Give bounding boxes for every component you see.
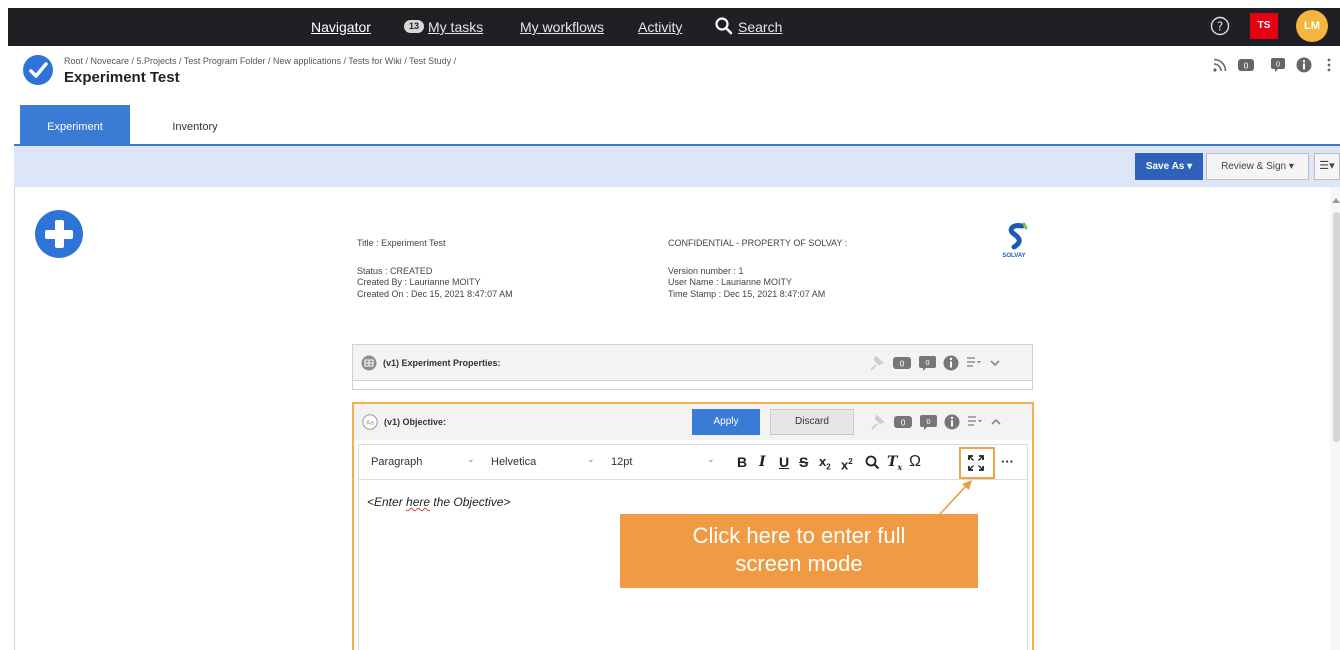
bold-icon[interactable]: B [737,453,747,471]
find-replace-icon[interactable] [865,455,880,470]
chevron-down-icon[interactable]: ⌄ [587,454,595,465]
doc-created-on-info: Created On : Dec 15, 2021 8:47:07 AM [357,289,513,299]
svg-text:0: 0 [899,360,904,369]
font-size-select[interactable]: 12pt [611,456,632,468]
comment-count-icon: 0 [893,357,911,369]
svg-text:Aa: Aa [366,420,374,427]
solvay-logo-icon [1008,222,1028,250]
tab-inventory[interactable]: Inventory [150,105,240,145]
content-border [14,187,15,650]
review-sign-button[interactable]: Review & Sign ▾ [1206,153,1309,180]
app-logo-icon [23,55,53,85]
user-name-info: User Name : Laurianne MOITY [668,277,793,287]
pin-icon [870,355,884,371]
svg-text:?: ? [1217,20,1223,34]
nav-navigator-link[interactable]: Navigator [311,19,371,35]
strikethrough-icon[interactable]: S [799,453,808,471]
chevron-up-icon [991,418,1001,425]
breadcrumb[interactable]: Root / Novecare / 5.Projects / Test Prog… [64,56,456,66]
save-as-button[interactable]: Save As ▾ [1135,153,1203,180]
info-icon[interactable] [1296,57,1312,73]
doc-created-by-info: Created By : Laurianne MOITY [357,277,481,287]
svg-text:0: 0 [1243,62,1248,71]
subscript-icon[interactable]: x2 [819,453,831,477]
svg-text:0: 0 [1276,61,1280,69]
block-format-select[interactable]: Paragraph [371,456,422,468]
callout-line-2: screen mode [735,551,863,576]
doc-title-info: Title : Experiment Test [357,238,446,248]
ts-badge[interactable]: TS [1250,13,1278,39]
experiment-properties-title: (v1) Experiment Properties: [383,358,501,368]
svg-text:0: 0 [925,359,929,367]
tab-experiment[interactable]: Experiment [20,105,130,145]
objective-title: (v1) Objective: [384,417,447,427]
section-tools: 0 0 [870,355,1000,371]
chevron-down-icon [990,360,1000,367]
info-icon [943,355,959,371]
doc-status-info: Status : CREATED [357,266,433,276]
nav-search-link[interactable]: Search [738,19,782,35]
svg-text:0: 0 [900,419,905,428]
more-options-icon[interactable]: ··· [1001,453,1014,471]
page-title: Experiment Test [64,69,180,86]
tooltip-callout: Click here to enter full screen mode [620,514,978,588]
experiment-properties-section: (v1) Experiment Properties: 0 0 [352,344,1033,390]
experiment-properties-header[interactable]: (v1) Experiment Properties: 0 0 [353,345,1032,381]
version-number-info: Version number : 1 [668,266,744,276]
top-navigation-bar: Navigator 13 My tasks My workflows Activ… [8,8,1340,46]
fullscreen-highlight [959,447,995,479]
chevron-down-icon[interactable]: ⌄ [707,454,715,465]
scroll-up-arrow-icon[interactable] [1332,198,1340,203]
text-format-icon: Aa [362,414,378,430]
editor-toolbar: Paragraph ⌄ Helvetica ⌄ 12pt ⌄ B I U S x… [358,444,1028,480]
info-icon [944,414,960,430]
discard-button[interactable]: Discard [770,409,854,435]
editor-placeholder: <Enter here the Objective> [367,495,511,509]
help-icon[interactable]: ? [1210,16,1230,36]
add-button[interactable] [35,210,83,258]
chat-count-icon: 0 [920,415,937,430]
rss-feed-icon[interactable] [1212,57,1228,73]
nav-my-workflows-link[interactable]: My workflows [520,19,604,35]
search-icon[interactable] [714,16,734,36]
more-menu-button[interactable]: ☰▾ [1314,153,1340,180]
solvay-logo-text: SOLVAY [1002,253,1026,259]
nav-my-tasks-link[interactable]: My tasks [428,19,483,35]
list-menu-icon [967,357,981,367]
nav-activity-link[interactable]: Activity [638,19,682,35]
comment-count-icon: 0 [894,416,912,428]
special-character-icon[interactable]: Ω [909,453,921,471]
chat-count-icon: 0 [919,356,936,371]
clear-formatting-icon[interactable]: Tx [887,453,902,476]
table-icon [361,355,377,371]
time-stamp-info: Time Stamp : Dec 15, 2021 8:47:07 AM [668,289,826,299]
chat-icon[interactable]: 0 [1270,57,1286,73]
chevron-down-icon[interactable]: ⌄ [467,454,475,465]
scrollbar-thumb[interactable] [1333,212,1340,442]
italic-icon[interactable]: I [759,453,766,471]
objective-header[interactable]: Aa (v1) Objective: Apply Discard 0 0 [354,404,1032,440]
superscript-icon[interactable]: x2 [841,453,853,474]
apply-button[interactable]: Apply [692,409,760,435]
section-tools: 0 0 [871,414,1001,430]
svg-text:0: 0 [926,418,930,426]
font-family-select[interactable]: Helvetica [491,456,536,468]
comment-icon[interactable]: 0 [1238,57,1254,73]
tasks-count-badge: 13 [404,20,424,33]
callout-line-1: Click here to enter full [692,523,906,548]
more-vertical-icon[interactable] [1324,57,1334,73]
user-avatar[interactable]: LM [1296,10,1328,42]
pin-icon [871,414,885,430]
confidential-notice: CONFIDENTIAL - PROPERTY OF SOLVAY : [668,238,848,248]
underline-icon[interactable]: U [779,453,789,471]
list-menu-icon [968,416,982,426]
